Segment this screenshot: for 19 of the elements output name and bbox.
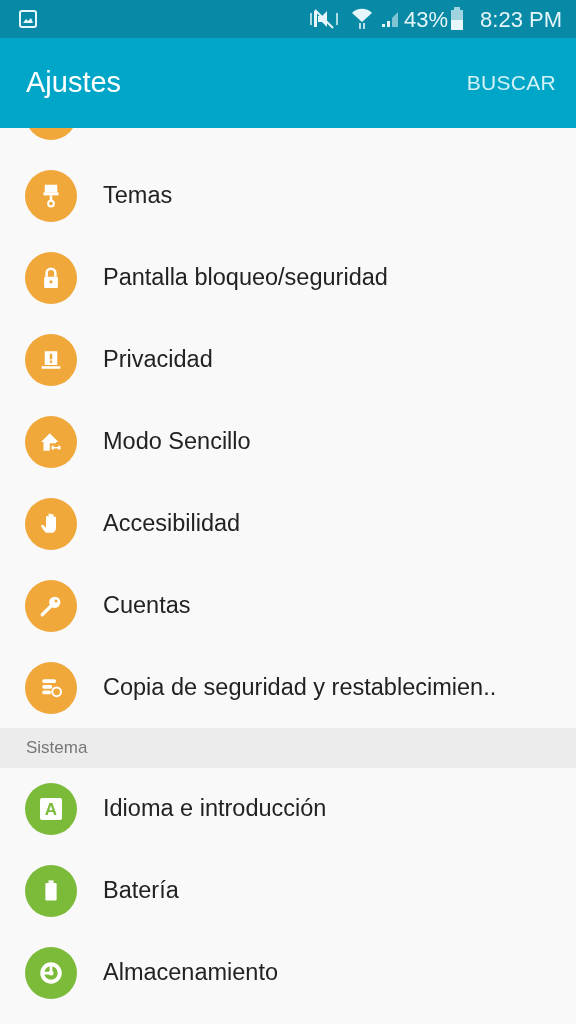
settings-item[interactable]: Accesibilidad bbox=[0, 483, 576, 565]
clock-text: 8:23 PM bbox=[480, 5, 562, 34]
settings-item[interactable]: Temas bbox=[0, 155, 576, 237]
settings-item[interactable]: Cuentas bbox=[0, 565, 576, 647]
settings-item[interactable]: Almacenamiento bbox=[0, 932, 576, 1014]
wifi-icon bbox=[350, 8, 374, 30]
settings-item[interactable]: Copia de seguridad y restablecimien.. bbox=[0, 647, 576, 729]
screen-title: Ajustes bbox=[26, 65, 122, 101]
mute-vibrate-icon bbox=[308, 8, 340, 30]
settings-item[interactable]: Batería bbox=[0, 850, 576, 932]
battery-icon bbox=[450, 7, 465, 31]
settings-item[interactable]: Privacidad bbox=[0, 319, 576, 401]
battery-level-text: 43% bbox=[404, 5, 449, 34]
settings-item[interactable]: Modo Sencillo bbox=[0, 401, 576, 483]
section-header: Sistema bbox=[0, 728, 576, 768]
settings-item[interactable]: A Idioma e introducción bbox=[0, 768, 576, 850]
settings-item[interactable]: Pantalla bloqueo/seguridad bbox=[0, 237, 576, 319]
language-icon: A bbox=[25, 783, 77, 835]
gallery-icon bbox=[18, 9, 38, 29]
